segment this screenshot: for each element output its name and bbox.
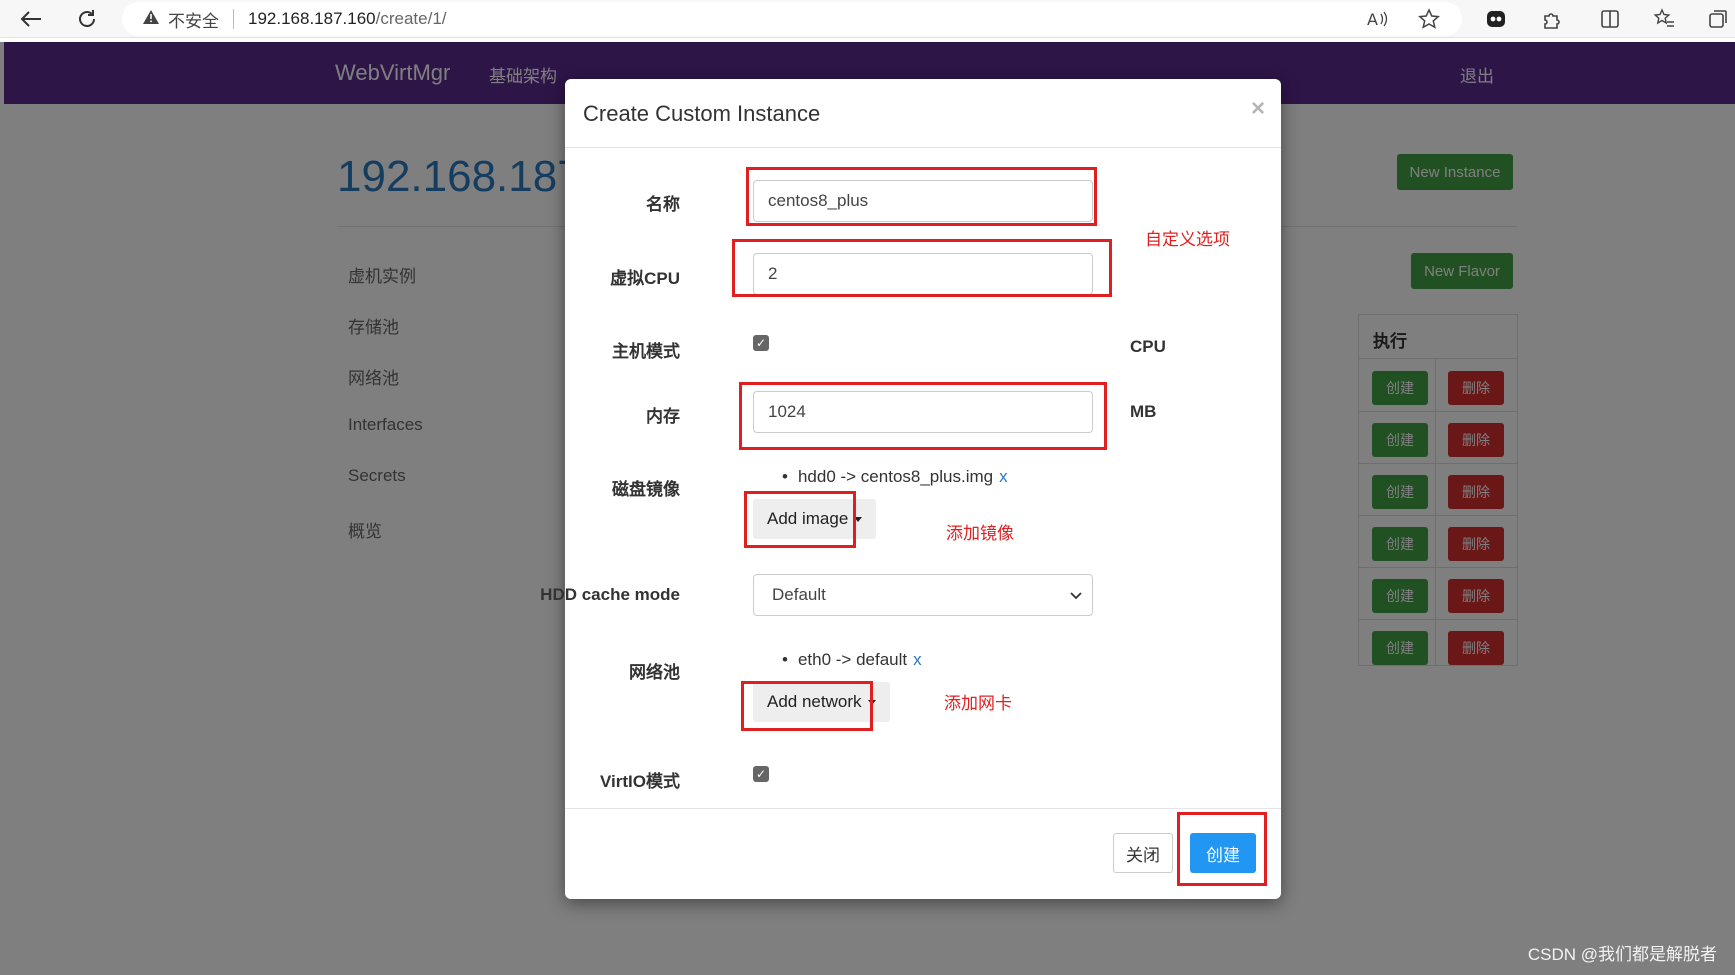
memory-unit-label: MB — [1130, 402, 1157, 421]
remove-network-link[interactable]: x — [913, 650, 922, 669]
network-label: 网络池 — [629, 663, 680, 682]
bullet-icon: • — [782, 650, 788, 669]
modal-footer-divider — [565, 808, 1281, 809]
favorite-star-icon[interactable] — [1416, 6, 1442, 32]
disk-image-text: hdd0 -> centos8_plus.img — [797, 467, 994, 486]
chevron-down-icon — [1070, 585, 1082, 605]
address-bar[interactable]: 不安全 192.168.187.160/create/1/ — [122, 2, 1462, 36]
hdd-cache-value: Default — [772, 585, 826, 604]
host-mode-cpu-label: CPU — [1130, 337, 1166, 356]
security-warning-text[interactable]: 不安全 — [168, 7, 219, 32]
browser-toolbar: 不安全 192.168.187.160/create/1/ A — [0, 0, 1735, 38]
url-separator — [233, 9, 234, 29]
annotation-custom-options: 自定义选项 — [1145, 230, 1230, 249]
close-icon[interactable]: × — [1251, 95, 1265, 123]
disk-image-item: • hdd0 -> centos8_plus.img x — [782, 467, 1008, 487]
highlight-box — [1177, 812, 1267, 886]
url-path: /create/1/ — [375, 9, 447, 28]
create-instance-modal: Create Custom Instance × 名称 centos8_plus… — [540, 79, 1281, 899]
remove-disk-link[interactable]: x — [999, 467, 1008, 486]
back-arrow-icon[interactable] — [16, 4, 46, 34]
disk-image-label: 磁盘镜像 — [612, 480, 680, 499]
highlight-box — [732, 239, 1112, 297]
url-host: 192.168.187.160 — [248, 9, 376, 28]
highlight-box — [744, 491, 856, 548]
highlight-box — [741, 681, 873, 731]
annotation-add-nic: 添加网卡 — [944, 694, 1012, 713]
memory-label: 内存 — [646, 407, 680, 426]
virtio-label: VirtIO模式 — [600, 772, 680, 791]
host-mode-checkbox[interactable]: ✓ — [753, 335, 769, 351]
warning-triangle-icon[interactable] — [142, 9, 160, 30]
puzzle-icon[interactable] — [1538, 6, 1564, 32]
collections-icon[interactable] — [1705, 6, 1731, 32]
read-aloud-icon[interactable]: A — [1365, 6, 1391, 32]
modal-header-divider — [565, 147, 1281, 148]
annotation-add-image: 添加镜像 — [946, 524, 1014, 543]
hdd-cache-label: HDD cache mode — [540, 585, 680, 604]
reload-icon[interactable] — [72, 4, 102, 34]
split-screen-icon[interactable] — [1597, 6, 1623, 32]
extension-icon[interactable] — [1483, 6, 1509, 32]
host-mode-label: 主机模式 — [612, 342, 680, 361]
vcpu-label: 虚拟CPU — [610, 269, 680, 288]
network-item-text: eth0 -> default — [797, 650, 908, 669]
hdd-cache-select[interactable]: Default — [753, 574, 1093, 616]
highlight-box — [739, 382, 1107, 450]
name-label: 名称 — [646, 195, 680, 214]
modal-title: Create Custom Instance — [583, 101, 821, 126]
close-button[interactable]: 关闭 — [1113, 833, 1173, 873]
watermark: CSDN @我们都是解脱者 — [1527, 945, 1717, 964]
favorites-list-icon[interactable] — [1651, 6, 1677, 32]
network-item: • eth0 -> default x — [782, 650, 922, 670]
highlight-box — [746, 167, 1097, 226]
virtio-checkbox[interactable]: ✓ — [753, 766, 769, 782]
svg-text:A: A — [1367, 10, 1378, 28]
bullet-icon: • — [782, 467, 788, 486]
